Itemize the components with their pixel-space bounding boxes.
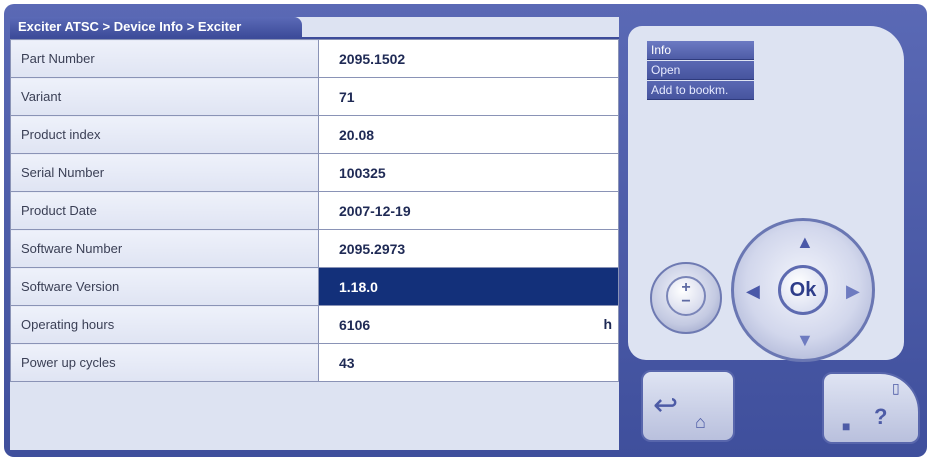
row-label: Serial Number xyxy=(10,153,319,192)
menu-item-add-bookmark[interactable]: Add to bookm. xyxy=(647,81,754,100)
row-value: 100325 xyxy=(318,153,619,192)
row-value: 2095.2973 xyxy=(318,229,619,268)
row-value: 2095.1502 xyxy=(318,39,619,78)
home-icon: ⌂ xyxy=(695,412,706,432)
table-row-selected[interactable]: Software Version 1.18.0 xyxy=(10,267,619,306)
row-label: Product Date xyxy=(10,191,319,230)
unit-label: h xyxy=(603,316,612,332)
table-row[interactable]: Variant 71 xyxy=(10,77,619,116)
row-label: Variant xyxy=(10,77,319,116)
back-arrow-icon: ↩ xyxy=(653,389,679,422)
row-label: Operating hours xyxy=(10,305,319,344)
menu-item-open[interactable]: Open xyxy=(647,61,754,80)
row-value: 6106 h xyxy=(318,305,619,344)
table-row[interactable]: Serial Number 100325 xyxy=(10,153,619,192)
table-row[interactable]: Product index 20.08 xyxy=(10,115,619,154)
help-button[interactable]: ▯ ■ ? xyxy=(822,372,920,444)
menu-item-info[interactable]: Info xyxy=(647,41,754,60)
row-value: 71 xyxy=(318,77,619,116)
table-row[interactable]: Part Number 2095.1502 xyxy=(10,39,619,78)
row-value: 1.18.0 xyxy=(318,267,619,306)
help-icon: ? xyxy=(874,404,888,429)
zoom-inner-ring: + − xyxy=(666,276,706,316)
table-row[interactable]: Operating hours 6106 h xyxy=(10,305,619,344)
device-info-table: Part Number 2095.1502 Variant 71 Product… xyxy=(10,39,619,382)
table-row[interactable]: Software Number 2095.2973 xyxy=(10,229,619,268)
row-label: Software Number xyxy=(10,229,319,268)
table-row[interactable]: Product Date 2007-12-19 xyxy=(10,191,619,230)
row-label: Part Number xyxy=(10,39,319,78)
zoom-knob[interactable]: + − xyxy=(650,262,722,334)
row-label: Power up cycles xyxy=(10,343,319,382)
back-button[interactable]: ↩ ⌂ xyxy=(641,370,735,442)
book-icon: ▯ xyxy=(892,380,900,396)
row-label: Software Version xyxy=(10,267,319,306)
breadcrumb: Exciter ATSC > Device Info > Exciter xyxy=(10,17,302,37)
row-value: 20.08 xyxy=(318,115,619,154)
minus-icon[interactable]: − xyxy=(668,294,704,310)
table-row[interactable]: Power up cycles 43 xyxy=(10,343,619,382)
row-label: Product index xyxy=(10,115,319,154)
row-value: 43 xyxy=(318,343,619,382)
arrow-down-icon[interactable]: ▼ xyxy=(796,331,814,349)
arrow-up-icon[interactable]: ▲ xyxy=(796,233,814,251)
lock-icon: ■ xyxy=(842,418,851,434)
navigation-dpad: ▲ ▼ ◀ ▶ Ok xyxy=(731,218,875,362)
row-value: 2007-12-19 xyxy=(318,191,619,230)
arrow-right-icon[interactable]: ▶ xyxy=(846,282,860,300)
arrow-left-icon[interactable]: ◀ xyxy=(746,282,760,300)
ok-button[interactable]: Ok xyxy=(778,265,828,315)
